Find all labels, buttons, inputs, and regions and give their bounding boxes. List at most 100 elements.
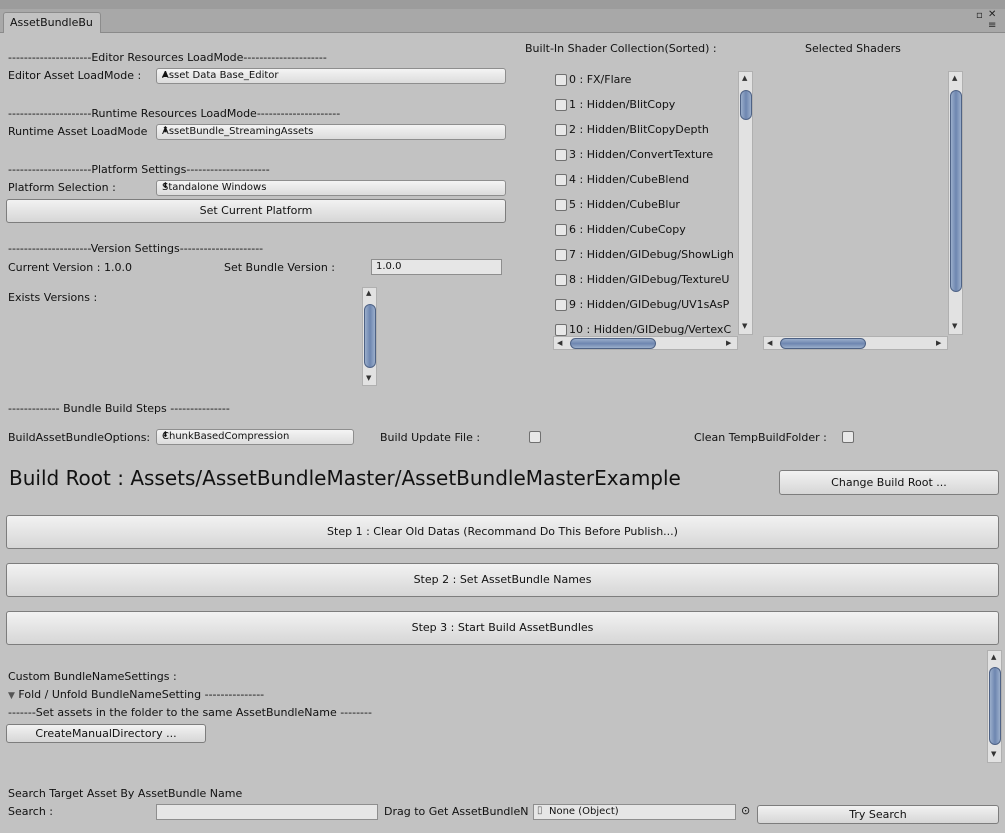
drag-asset-label: Drag to Get AssetBundleN <box>384 805 529 818</box>
runtime-loadmode-header: ---------------------Runtime Resources L… <box>8 107 341 120</box>
custom-bundle-title: Custom BundleNameSettings : <box>8 670 177 683</box>
scroll-right-icon[interactable]: ▶ <box>726 339 731 347</box>
builtin-shader-hthumb[interactable] <box>570 338 656 349</box>
shader-checkbox[interactable] <box>555 199 567 211</box>
scroll-up-icon[interactable]: ▲ <box>742 74 747 82</box>
shader-list-item[interactable]: 9 : Hidden/GIDebug/UV1sAsP <box>555 298 738 312</box>
maximize-icon[interactable]: ▫ <box>976 10 983 21</box>
scroll-down-icon[interactable]: ▼ <box>991 750 996 758</box>
scroll-up-icon[interactable]: ▲ <box>952 74 957 82</box>
try-search-button[interactable]: Try Search <box>757 805 999 824</box>
shader-list-item[interactable]: 10 : Hidden/GIDebug/VertexC <box>555 323 738 337</box>
shader-list-item[interactable]: 7 : Hidden/GIDebug/ShowLigh <box>555 248 738 262</box>
shader-checkbox[interactable] <box>555 274 567 286</box>
builtin-shaders-title: Built-In Shader Collection(Sorted) : <box>525 42 717 55</box>
shader-label: 9 : Hidden/GIDebug/UV1sAsP <box>569 298 730 311</box>
scroll-up-icon[interactable]: ▲ <box>991 653 996 661</box>
builtin-shader-vscroll[interactable]: ▲ ▼ <box>738 71 753 335</box>
shader-label: 8 : Hidden/GIDebug/TextureU <box>569 273 730 286</box>
versions-scroll-thumb[interactable] <box>364 304 376 368</box>
object-field[interactable]: ▯ None (Object) <box>533 804 736 820</box>
builtin-shader-hscroll[interactable]: ◀ ▶ <box>553 336 738 350</box>
build-update-file-checkbox[interactable] <box>529 431 541 443</box>
build-options-dropdown[interactable]: ChunkBasedCompression ⬍ <box>156 429 354 445</box>
selected-shader-vthumb[interactable] <box>950 90 962 292</box>
shader-checkbox[interactable] <box>555 74 567 86</box>
shader-list-item[interactable]: 6 : Hidden/CubeCopy <box>555 223 738 237</box>
shader-label: 0 : FX/Flare <box>569 73 632 86</box>
custom-settings-scrollbar[interactable]: ▲ ▼ <box>987 650 1002 763</box>
scroll-right-icon[interactable]: ▶ <box>936 339 941 347</box>
scroll-left-icon[interactable]: ◀ <box>557 339 562 347</box>
shader-list-item[interactable]: 3 : Hidden/ConvertTexture <box>555 148 738 162</box>
shader-list-item[interactable]: 5 : Hidden/CubeBlur <box>555 198 738 212</box>
shader-checkbox[interactable] <box>555 149 567 161</box>
fold-toggle[interactable]: ▼ Fold / Unfold BundleNameSetting ------… <box>8 688 264 701</box>
fold-label: Fold / Unfold BundleNameSetting --------… <box>18 688 265 701</box>
shader-label: 4 : Hidden/CubeBlend <box>569 173 690 186</box>
shader-label: 1 : Hidden/BlitCopy <box>569 98 676 111</box>
bundle-version-input[interactable]: 1.0.0 <box>371 259 502 275</box>
shader-checkbox[interactable] <box>555 324 567 336</box>
set-current-platform-button[interactable]: Set Current Platform <box>6 199 506 223</box>
shader-list-item[interactable]: 2 : Hidden/BlitCopyDepth <box>555 123 738 137</box>
exists-versions-label: Exists Versions : <box>8 291 98 304</box>
runtime-loadmode-label: Runtime Asset LoadMode <box>8 125 148 138</box>
build-steps-header: ------------- Bundle Build Steps -------… <box>8 402 230 415</box>
editor-loadmode-header: ---------------------Editor Resources Lo… <box>8 51 327 64</box>
shader-checkbox[interactable] <box>555 124 567 136</box>
window-tab[interactable]: AssetBundleBu <box>3 12 101 33</box>
menu-icon[interactable]: ≡ <box>988 20 996 31</box>
object-field-value: None (Object) <box>549 806 619 817</box>
selected-shader-hthumb[interactable] <box>780 338 866 349</box>
shader-label: 5 : Hidden/CubeBlur <box>569 198 680 211</box>
selected-shader-hscroll[interactable]: ◀ ▶ <box>763 336 948 350</box>
fold-triangle-icon[interactable]: ▼ <box>8 691 15 701</box>
builtin-shader-vthumb[interactable] <box>740 90 752 120</box>
clean-temp-folder-label: Clean TempBuildFolder : <box>694 431 827 444</box>
build-root-text: Build Root : Assets/AssetBundleMaster/As… <box>9 466 681 490</box>
change-build-root-button[interactable]: Change Build Root ... <box>779 470 999 495</box>
editor-loadmode-dropdown[interactable]: Asset Data Base_Editor ▲ <box>156 68 506 84</box>
search-input[interactable] <box>156 804 378 820</box>
versions-scrollbar[interactable]: ▲ ▼ <box>362 287 377 386</box>
build-update-file-label: Build Update File : <box>380 431 481 444</box>
step1-clear-button[interactable]: Step 1 : Clear Old Datas (Recommand Do T… <box>6 515 999 549</box>
object-icon: ▯ <box>537 805 543 816</box>
shader-list-item[interactable]: 4 : Hidden/CubeBlend <box>555 173 738 187</box>
tab-strip <box>0 9 1005 33</box>
dropdown-arrow-icon: ▲ <box>162 69 169 78</box>
shader-checkbox[interactable] <box>555 299 567 311</box>
scroll-down-icon[interactable]: ▼ <box>742 322 747 330</box>
shader-label: 2 : Hidden/BlitCopyDepth <box>569 123 709 136</box>
shader-list-item[interactable]: 1 : Hidden/BlitCopy <box>555 98 738 112</box>
shader-checkbox[interactable] <box>555 99 567 111</box>
selected-shader-vscroll[interactable]: ▲ ▼ <box>948 71 963 335</box>
shader-checkbox[interactable] <box>555 224 567 236</box>
create-manual-directory-button[interactable]: CreateManualDirectory ... <box>6 724 206 743</box>
object-picker-icon[interactable]: ⊙ <box>741 804 750 817</box>
window-tab-title: AssetBundleBu <box>10 16 93 29</box>
bundle-version-value: 1.0.0 <box>376 261 402 272</box>
scroll-left-icon[interactable]: ◀ <box>767 339 772 347</box>
shader-list-item[interactable]: 8 : Hidden/GIDebug/TextureU <box>555 273 738 287</box>
shader-checkbox[interactable] <box>555 174 567 186</box>
scroll-down-icon[interactable]: ▼ <box>952 322 957 330</box>
custom-settings-thumb[interactable] <box>989 667 1001 745</box>
runtime-loadmode-dropdown[interactable]: AssetBundle_StreamingAssets ⬍ <box>156 124 506 140</box>
build-options-label: BuildAssetBundleOptions: <box>8 431 151 444</box>
step3-build-button[interactable]: Step 3 : Start Build AssetBundles <box>6 611 999 645</box>
platform-label: Platform Selection : <box>8 181 116 194</box>
scroll-up-icon[interactable]: ▲ <box>366 289 371 297</box>
shader-list-item[interactable]: 0 : FX/Flare <box>555 73 738 87</box>
shader-label: 3 : Hidden/ConvertTexture <box>569 148 714 161</box>
platform-header: ---------------------Platform Settings--… <box>8 163 270 176</box>
shader-checkbox[interactable] <box>555 249 567 261</box>
platform-dropdown[interactable]: Standalone Windows ⬍ <box>156 180 506 196</box>
clean-temp-folder-checkbox[interactable] <box>842 431 854 443</box>
set-bundle-version-label: Set Bundle Version : <box>224 261 336 274</box>
scroll-down-icon[interactable]: ▼ <box>366 374 371 382</box>
shader-label: 10 : Hidden/GIDebug/VertexC <box>569 323 732 336</box>
close-icon[interactable]: ✕ <box>988 9 996 20</box>
step2-set-names-button[interactable]: Step 2 : Set AssetBundle Names <box>6 563 999 597</box>
